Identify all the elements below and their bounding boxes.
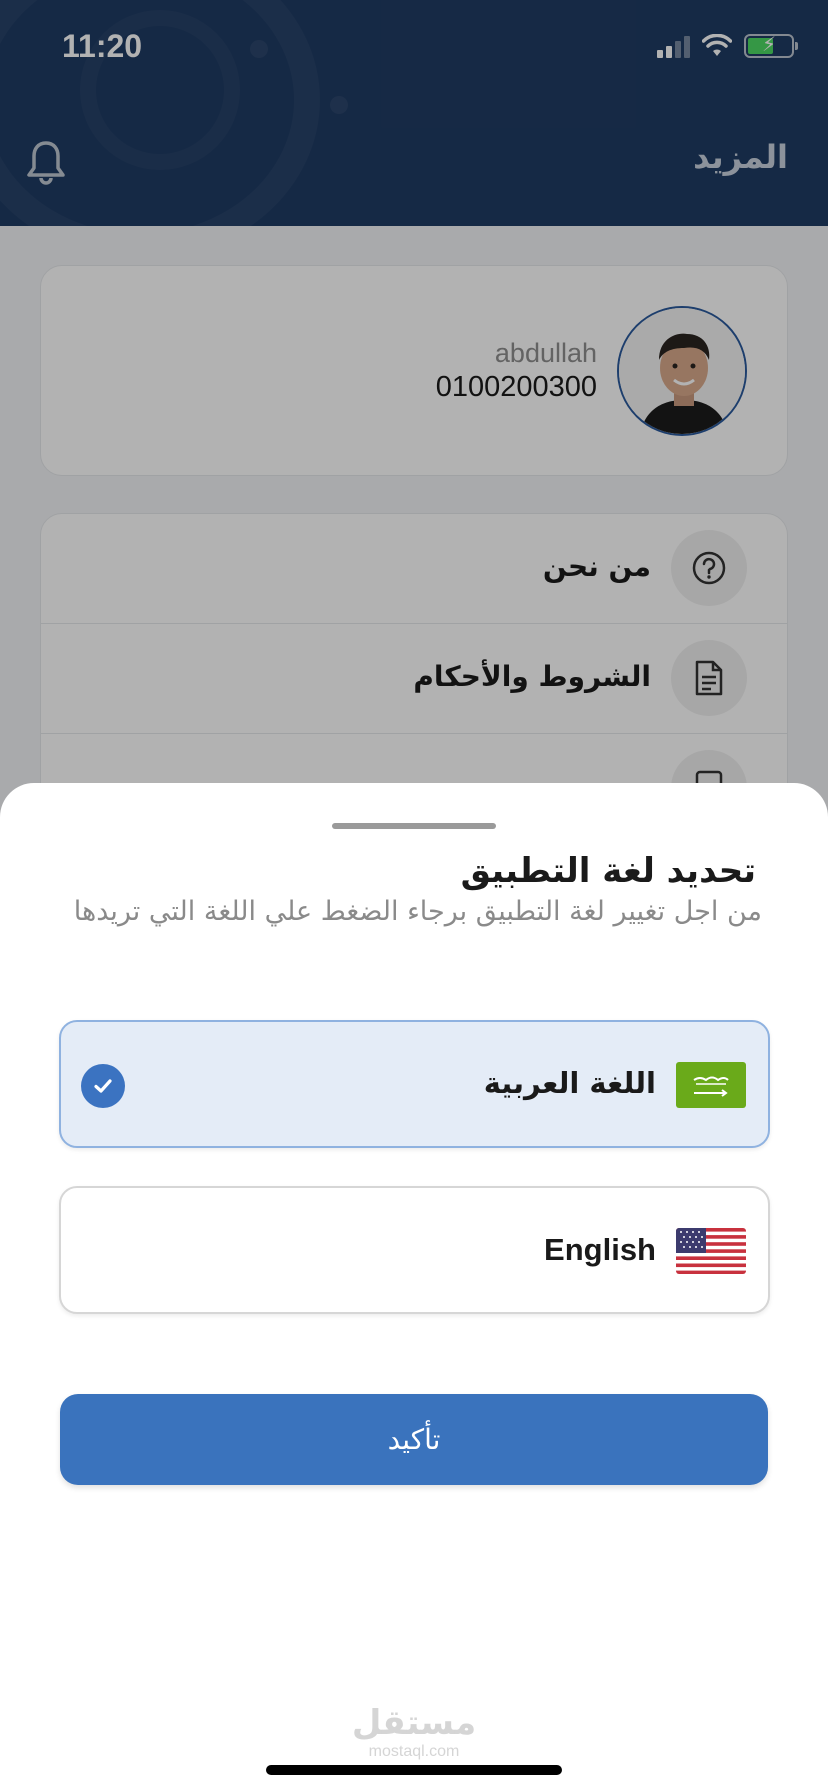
language-bottom-sheet: تحديد لغة التطبيق من اجل تغيير لغة التطب… [0, 783, 828, 1792]
home-indicator[interactable] [266, 1765, 562, 1775]
sheet-title: تحديد لغة التطبيق [460, 851, 756, 891]
us-flag-icon [676, 1228, 746, 1274]
watermark-logo: مستقل [351, 1703, 477, 1743]
drag-handle[interactable] [332, 823, 496, 829]
watermark-url: mostaql.com [368, 1743, 460, 1760]
confirm-button[interactable]: تأكيد [60, 1394, 768, 1485]
language-label: English [544, 1232, 656, 1267]
check-icon [81, 1064, 125, 1108]
language-option-arabic[interactable]: اللغة العربية [59, 1020, 770, 1148]
language-label: اللغة العربية [483, 1066, 656, 1100]
saudi-flag-icon [676, 1062, 746, 1108]
language-option-english[interactable]: English [59, 1186, 770, 1314]
sheet-subtitle: من اجل تغيير لغة التطبيق برجاء الضغط علي… [73, 896, 762, 927]
